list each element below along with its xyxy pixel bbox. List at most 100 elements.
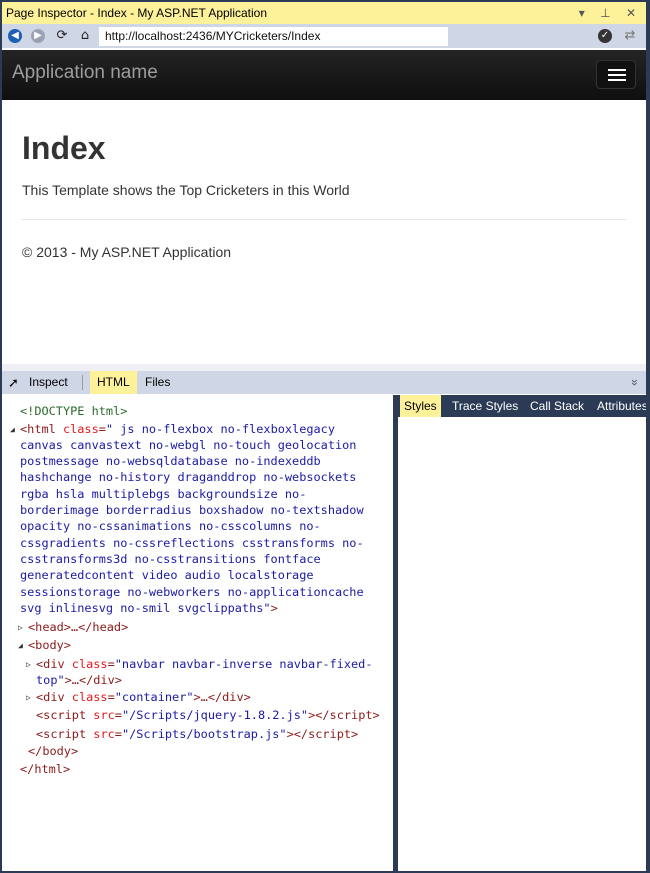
expand-icon[interactable]: ▷: [26, 693, 31, 702]
code-token: canvas canvastext no-webgl no-touch geol…: [20, 438, 357, 452]
code-line[interactable]: <head>…</head>: [28, 619, 128, 635]
menu-toggle-button[interactable]: [596, 60, 636, 89]
expand-icon[interactable]: ▷: [18, 623, 23, 632]
code-token: <html: [20, 422, 63, 436]
page-heading: Index: [22, 130, 106, 166]
inspect-cursor-icon[interactable]: ➚: [8, 371, 19, 394]
url-input[interactable]: http://localhost:2436/MYCricketers/Index: [99, 27, 448, 46]
code-token: =: [107, 657, 115, 671]
styles-tabs: Styles Trace Styles Call Stack Attribute…: [398, 395, 646, 417]
code-token: cssgradients no-cssreflections csstransf…: [20, 536, 364, 550]
tab-files[interactable]: Files: [145, 371, 170, 394]
code-token: =: [107, 690, 115, 704]
code-token: borderimage borderradius boxshadow no-te…: [20, 503, 364, 517]
refresh-icon[interactable]: ⟳: [55, 29, 69, 43]
inspector-toolbar: ➚ Inspect HTML Files »: [2, 371, 646, 394]
code-token: svg inlinesvg no-smil svgclippaths": [20, 601, 271, 615]
code-token: generatedcontent video audio localstorag…: [20, 568, 314, 582]
code-line[interactable]: csstransforms3d no-csstransitions fontfa…: [20, 551, 321, 567]
code-token: >…</div>: [64, 673, 122, 687]
tab-html[interactable]: HTML: [90, 371, 137, 394]
code-token: class: [71, 690, 108, 704]
code-line[interactable]: <!DOCTYPE html>: [20, 403, 127, 419]
code-token: csstransforms3d no-csstransitions fontfa…: [20, 552, 321, 566]
code-token: >…</div>: [193, 690, 251, 704]
code-token: "/Scripts/bootstrap.js": [121, 727, 287, 741]
code-line[interactable]: <script src="/Scripts/bootstrap.js"></sc…: [36, 726, 358, 742]
html-tree-pane: <!DOCTYPE html> <html class=" js no-flexb…: [2, 395, 393, 871]
code-line[interactable]: borderimage borderradius boxshadow no-te…: [20, 502, 364, 518]
site-navbar: Application name: [2, 50, 646, 100]
code-line[interactable]: svg inlinesvg no-smil svgclippaths">: [20, 600, 278, 616]
splitter[interactable]: [2, 364, 646, 371]
page-footer: © 2013 - My ASP.NET Application: [22, 244, 232, 260]
collapse-node-icon[interactable]: ◢: [18, 641, 23, 650]
code-line[interactable]: top">…</div>: [36, 672, 122, 688]
expand-icon[interactable]: ▷: [26, 660, 31, 669]
code-token: hashchange no-history draganddrop no-web…: [20, 470, 357, 484]
brand-link[interactable]: Application name: [12, 62, 158, 84]
code-line[interactable]: canvas canvastext no-webgl no-touch geol…: [20, 437, 356, 453]
code-line[interactable]: <div class="navbar navbar-inverse navbar…: [36, 656, 372, 672]
code-token: "navbar navbar-inverse navbar-fixed-: [114, 657, 373, 671]
page-content: Index This Template shows the Top Cricke…: [2, 100, 646, 364]
code-token: top": [36, 673, 65, 687]
code-token: <head>…</head>: [28, 620, 129, 634]
code-token: class: [62, 422, 99, 436]
code-token: "container": [114, 690, 194, 704]
code-token: <!DOCTYPE html>: [20, 404, 128, 418]
inspect-button[interactable]: Inspect: [29, 371, 68, 394]
collapse-icon[interactable]: »: [623, 379, 646, 386]
code-token: ></script>: [308, 708, 380, 722]
code-token: =: [98, 422, 106, 436]
address-bar: ◀ ▶ ⟳ ⌂ http://localhost:2436/MYCrickete…: [2, 24, 646, 48]
code-line[interactable]: hashchange no-history draganddrop no-web…: [20, 469, 356, 485]
code-line[interactable]: sessionstorage no-webworkers no-applicat…: [20, 584, 364, 600]
code-line[interactable]: <html class=" js no-flexbox no-flexboxle…: [20, 421, 335, 437]
tab-trace-styles[interactable]: Trace Styles: [448, 395, 522, 417]
collapse-node-icon[interactable]: ◢: [10, 425, 15, 434]
code-token: <script: [36, 708, 94, 722]
check-icon[interactable]: ✓: [598, 29, 612, 43]
code-token: src: [93, 727, 115, 741]
window-controls[interactable]: ▾ ⊥ ✕: [579, 2, 642, 24]
code-token: <div: [36, 657, 72, 671]
toolbar-separator: [82, 375, 83, 390]
code-token: >: [270, 601, 278, 615]
page-lead-text: This Template shows the Top Cricketers i…: [22, 182, 350, 198]
code-token: </html>: [20, 762, 71, 776]
code-line[interactable]: <script src="/Scripts/jquery-1.8.2.js"><…: [36, 707, 380, 723]
forward-icon[interactable]: ▶: [31, 29, 45, 43]
title-bar: Page Inspector - Index - My ASP.NET Appl…: [2, 2, 646, 24]
code-line[interactable]: </body>: [28, 743, 78, 759]
code-line[interactable]: opacity no-cssanimations no-csscolumns n…: [20, 518, 321, 534]
divider: [22, 219, 626, 220]
code-token: <script: [36, 727, 94, 741]
tab-attributes[interactable]: Attributes: [593, 395, 646, 417]
code-token: src: [93, 708, 115, 722]
code-token: =: [114, 708, 122, 722]
code-line[interactable]: <div class="container">…</div>: [36, 689, 251, 705]
code-token: ></script>: [286, 727, 359, 741]
code-line[interactable]: postmessage no-websqldatabase no-indexed…: [20, 453, 321, 469]
window-title: Page Inspector - Index - My ASP.NET Appl…: [6, 6, 268, 20]
code-token: =: [114, 727, 122, 741]
code-line[interactable]: generatedcontent video audio localstorag…: [20, 567, 314, 583]
code-token: rgba hsla multiplebgs backgroundsize no-: [20, 487, 307, 501]
code-token: postmessage no-websqldatabase no-indexed…: [20, 454, 321, 468]
sync-icon[interactable]: ⇄: [623, 29, 637, 43]
code-line[interactable]: rgba hsla multiplebgs backgroundsize no-: [20, 486, 306, 502]
code-line[interactable]: </html>: [20, 761, 70, 777]
tab-call-stack[interactable]: Call Stack: [526, 395, 588, 417]
code-token: opacity no-cssanimations no-csscolumns n…: [20, 519, 321, 533]
home-icon[interactable]: ⌂: [78, 29, 92, 43]
code-line[interactable]: cssgradients no-cssreflections csstransf…: [20, 535, 364, 551]
code-token: <div: [36, 690, 72, 704]
code-token: class: [71, 657, 108, 671]
page-inspector-window: Page Inspector - Index - My ASP.NET Appl…: [2, 2, 646, 871]
code-line[interactable]: <body>: [28, 637, 71, 653]
tab-styles[interactable]: Styles: [400, 395, 441, 417]
code-token: </body>: [28, 744, 79, 758]
back-icon[interactable]: ◀: [8, 29, 22, 43]
code-token: " js no-flexbox no-flexboxlegacy: [105, 422, 336, 436]
